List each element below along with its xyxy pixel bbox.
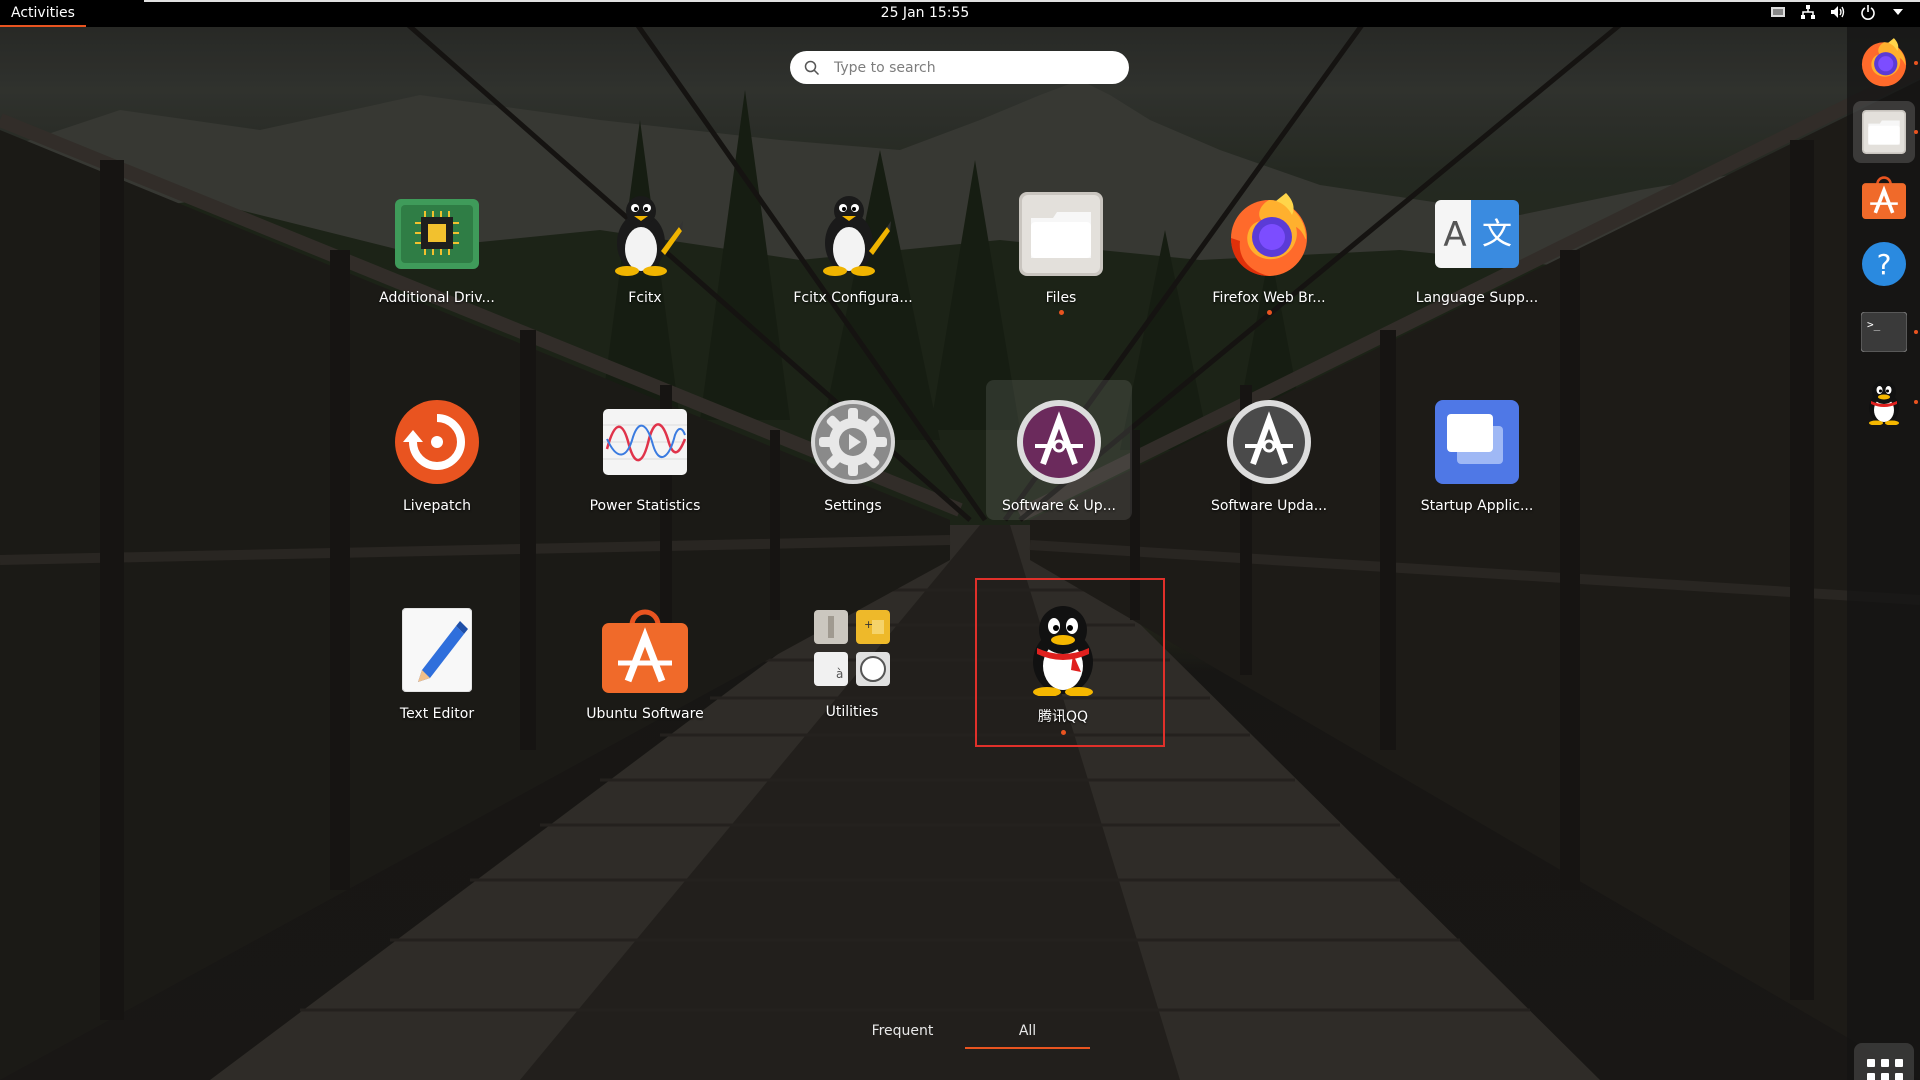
ubuntu-software-icon <box>1862 176 1906 219</box>
svg-text:>_: >_ <box>1867 318 1881 331</box>
folder-icon <box>1017 190 1105 278</box>
search-icon <box>804 60 820 75</box>
gear-icon <box>809 398 897 486</box>
dock-terminal[interactable]: >_ <box>1859 307 1909 357</box>
app-label: Livepatch <box>402 498 472 514</box>
app-software-updater[interactable]: Software Upda... <box>1194 388 1344 538</box>
overview-dim <box>0 0 1920 1080</box>
folder-icon <box>1862 110 1906 154</box>
tux-icon <box>601 190 689 278</box>
app-label: Firefox Web Br... <box>1212 290 1326 306</box>
show-applications-button[interactable] <box>1854 1043 1914 1080</box>
svg-text:文: 文 <box>1482 217 1512 252</box>
tab-all[interactable]: All <box>965 1019 1090 1049</box>
app-firefox[interactable]: Firefox Web Br... <box>1194 180 1344 330</box>
app-ubuntu-software[interactable]: Ubuntu Software <box>570 596 720 746</box>
search-placeholder: Type to search <box>834 59 936 76</box>
network-icon[interactable] <box>1800 4 1816 20</box>
system-tray[interactable] <box>1770 4 1906 20</box>
top-bar-line <box>144 0 1920 2</box>
app-label: Software Upda... <box>1210 498 1328 514</box>
app-livepatch[interactable]: Livepatch <box>362 388 512 538</box>
app-fcitx-configuration[interactable]: Fcitx Configura... <box>778 180 928 330</box>
chevron-down-icon[interactable] <box>1890 4 1906 20</box>
firefox-icon <box>1225 190 1313 278</box>
grid-icon <box>1867 1059 1875 1067</box>
language-icon: A文 <box>1433 190 1521 278</box>
app-label: Power Statistics <box>589 498 701 514</box>
tab-frequent[interactable]: Frequent <box>840 1019 965 1049</box>
running-indicator <box>1914 330 1918 334</box>
running-indicator <box>1058 310 1064 315</box>
app-label: Fcitx <box>628 290 662 306</box>
selection-highlight-box <box>975 578 1165 747</box>
text-editor-icon <box>393 606 481 694</box>
svg-text:?: ? <box>1877 248 1892 281</box>
app-startup-applications[interactable]: Startup Applic... <box>1402 388 1552 538</box>
power-statistics-icon <box>601 398 689 486</box>
app-software-and-updates[interactable]: Software & Up... <box>986 380 1132 520</box>
app-language-support[interactable]: A文 Language Supp... <box>1402 180 1552 330</box>
livepatch-icon <box>393 398 481 486</box>
startup-apps-icon <box>1433 398 1521 486</box>
firefox-icon <box>1861 38 1907 87</box>
dock-qq[interactable] <box>1859 377 1909 427</box>
app-power-statistics[interactable]: Power Statistics <box>570 388 720 538</box>
app-text-editor[interactable]: Text Editor <box>362 596 512 746</box>
qq-penguin-icon <box>1869 380 1899 425</box>
dock-help[interactable]: ? <box>1859 239 1909 289</box>
app-label: Settings <box>824 498 882 514</box>
running-indicator <box>1266 310 1272 315</box>
app-label: Files <box>1045 290 1077 306</box>
dock-ubuntu-software[interactable] <box>1859 172 1909 222</box>
app-label: Fcitx Configura... <box>793 290 913 306</box>
utilities-folder-icon: + à <box>808 604 896 692</box>
svg-text:A: A <box>1443 215 1466 255</box>
app-label: Ubuntu Software <box>586 706 704 722</box>
power-icon[interactable] <box>1860 4 1876 20</box>
app-fcitx[interactable]: Fcitx <box>570 180 720 330</box>
screen-icon[interactable] <box>1770 4 1786 20</box>
app-additional-drivers[interactable]: Additional Driv... <box>362 180 512 330</box>
running-indicator <box>1914 130 1918 134</box>
app-label: Startup Applic... <box>1420 498 1534 514</box>
software-properties-icon <box>1015 398 1103 486</box>
running-indicator <box>1914 400 1918 404</box>
tux-icon <box>809 190 897 278</box>
app-label: Software & Up... <box>1001 498 1117 514</box>
terminal-icon: >_ <box>1861 312 1907 352</box>
dock-firefox[interactable] <box>1859 37 1909 87</box>
svg-text:+: + <box>864 618 873 631</box>
volume-icon[interactable] <box>1830 4 1846 20</box>
svg-text:à: à <box>836 667 843 681</box>
clock[interactable]: 25 Jan 15:55 <box>0 5 1850 21</box>
help-icon: ? <box>1862 242 1906 286</box>
chip-icon <box>393 190 481 278</box>
app-label: Text Editor <box>399 706 475 722</box>
ubuntu-software-icon <box>601 606 689 694</box>
app-label: Additional Driv... <box>379 290 495 306</box>
app-label: Utilities <box>825 704 879 720</box>
app-label: Language Supp... <box>1415 290 1539 306</box>
dock: ? >_ <box>1847 27 1920 1080</box>
app-utilities-folder[interactable]: + à Utilities <box>777 594 927 744</box>
search-input[interactable]: Type to search <box>790 51 1129 84</box>
app-files[interactable]: Files <box>986 180 1136 330</box>
software-updater-icon <box>1225 398 1313 486</box>
top-bar: Activities 25 Jan 15:55 <box>0 0 1920 27</box>
running-indicator <box>1914 61 1918 65</box>
app-settings[interactable]: Settings <box>778 388 928 538</box>
dock-files[interactable] <box>1853 101 1915 163</box>
view-switcher: Frequent All <box>840 1019 1090 1049</box>
